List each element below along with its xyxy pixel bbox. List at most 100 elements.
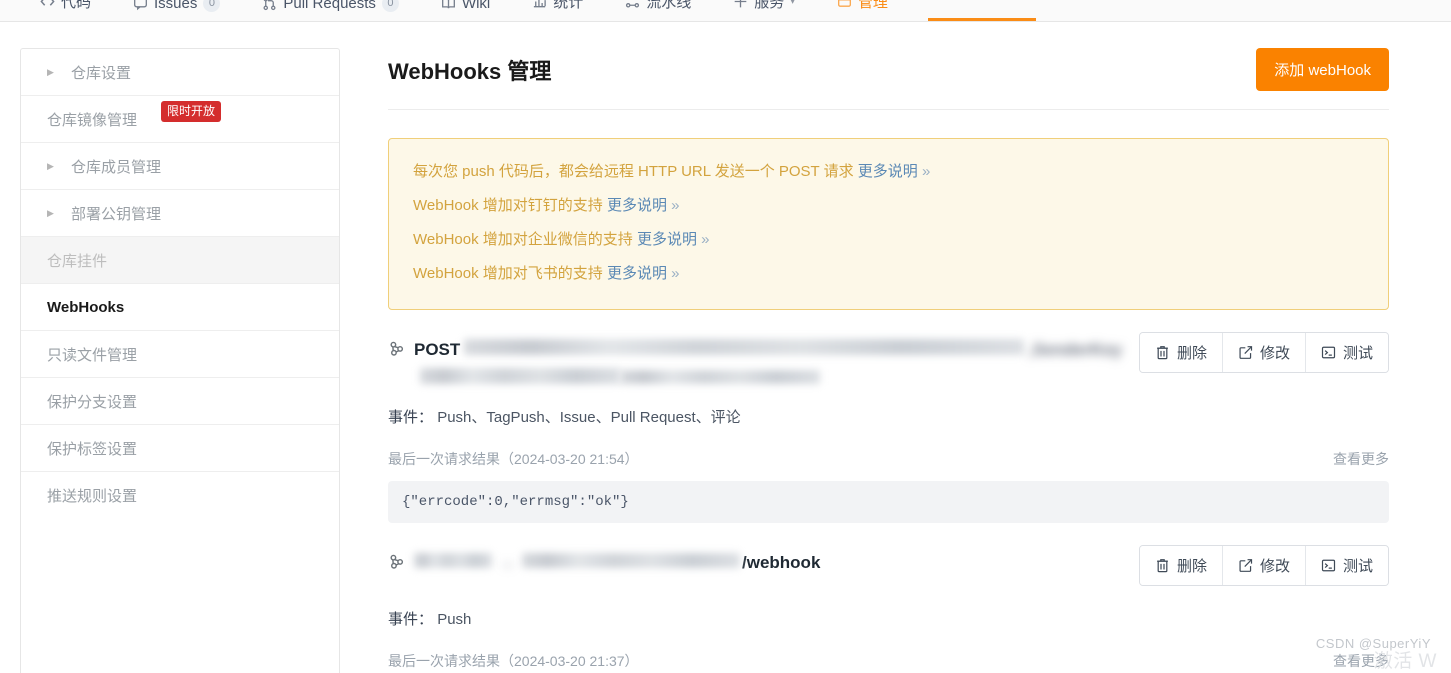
nav-tab-管理[interactable]: 管理 — [837, 0, 888, 13]
nav-tab-pull-requests[interactable]: Pull Requests0 — [262, 0, 399, 13]
sidebar-item-label: 仓库镜像管理 — [47, 109, 137, 130]
nav-tab-label: 服务 — [754, 0, 784, 12]
webhook-actions: 删除 修改 测试 — [1139, 332, 1389, 373]
sidebar-item-label: 保护标签设置 — [47, 438, 137, 459]
webhook-url[interactable]: →/webhook — [388, 545, 820, 575]
top-navigation: 代码Issues0Pull Requests0Wiki统计流水线服务▾管理 — [0, 0, 1451, 22]
events-value: Push、TagPush、Issue、Pull Request、评论 — [437, 409, 740, 426]
sidebar-item-3[interactable]: ▶仓库成员管理 — [21, 143, 339, 190]
edit-webhook-button[interactable]: 修改 — [1223, 333, 1306, 372]
sidebar-item-label: 保护分支设置 — [47, 391, 137, 412]
sidebar-item-label: 仓库挂件 — [47, 250, 107, 271]
chevron-down-icon: ▾ — [790, 0, 795, 7]
issue-icon — [133, 0, 148, 11]
last-result-label: 最后一次请求结果（2024-03-20 21:54） — [388, 449, 639, 469]
notice-more-link[interactable]: 更多说明 » — [607, 265, 680, 282]
nav-tab-流水线[interactable]: 流水线 — [625, 0, 691, 13]
chart-icon — [532, 0, 547, 9]
webhook-icon — [388, 553, 405, 575]
edit-label: 修改 — [1260, 342, 1290, 363]
chevron-right-icon: ▶ — [47, 161, 54, 172]
notice-text: 每次您 push 代码后，都会给远程 HTTP URL 发送一个 POST 请求 — [413, 163, 858, 180]
pull-request-icon — [262, 0, 277, 11]
sidebar-item-1[interactable]: ▶仓库设置 — [21, 49, 339, 96]
sidebar-item-9[interactable]: 保护标签设置 — [21, 425, 339, 472]
edit-webhook-button[interactable]: 修改 — [1223, 546, 1306, 585]
redacted-url — [464, 339, 1024, 355]
trash-icon — [1155, 345, 1170, 360]
chevron-right-icon: ▶ — [47, 67, 54, 78]
delete-label: 删除 — [1177, 555, 1207, 576]
webhook-meta: 最后一次请求结果（2024-03-20 21:54） 查看更多 — [388, 449, 1389, 469]
nav-tab-代码[interactable]: 代码 — [40, 0, 91, 13]
webhook-result-body: {"errcode":0,"errmsg":"ok"} — [388, 481, 1389, 523]
terminal-icon — [1321, 558, 1336, 573]
page-header: WebHooks 管理 添加 webHook — [388, 48, 1389, 110]
webhook-meta: 最后一次请求结果（2024-03-20 21:37）查看更多 — [388, 651, 1389, 671]
edit-icon — [1238, 558, 1253, 573]
notice-link-chevron: » — [671, 197, 679, 214]
delete-webhook-button[interactable]: 删除 — [1140, 546, 1223, 585]
notice-link-label: 更多说明 — [607, 265, 667, 282]
main-content: WebHooks 管理 添加 webHook 每次您 push 代码后，都会给远… — [340, 48, 1451, 673]
manage-icon — [837, 0, 852, 9]
notice-text: WebHook 增加对企业微信的支持 — [413, 231, 637, 248]
edit-icon — [1238, 345, 1253, 360]
redacted-url-3 — [620, 370, 820, 384]
nav-tab-wiki[interactable]: Wiki — [441, 0, 490, 13]
webhook-url-text: →/webhook — [414, 552, 820, 575]
sidebar-item-5[interactable]: 仓库挂件 — [21, 237, 339, 284]
test-label: 测试 — [1343, 555, 1373, 576]
sidebar-item-8[interactable]: 保护分支设置 — [21, 378, 339, 425]
notice-link-label: 更多说明 — [637, 231, 697, 248]
nav-tab-count: 0 — [203, 0, 220, 12]
webhook-item: →/webhook删除修改测试事件： Push最后一次请求结果（2024-03-… — [388, 523, 1389, 673]
view-more-link[interactable]: 查看更多 — [1333, 449, 1389, 469]
notice-more-link[interactable]: 更多说明 » — [858, 163, 931, 180]
notice-link-label: 更多说明 — [858, 163, 918, 180]
test-webhook-button[interactable]: 测试 — [1306, 546, 1388, 585]
notice-link-label: 更多说明 — [607, 197, 667, 214]
sidebar-item-7[interactable]: 只读文件管理 — [21, 331, 339, 378]
nav-tab-count: 0 — [382, 0, 399, 12]
notice-more-link[interactable]: 更多说明 » — [607, 197, 680, 214]
nav-tab-服务[interactable]: 服务 ▾ — [733, 0, 795, 13]
notice-line: 每次您 push 代码后，都会给远程 HTTP URL 发送一个 POST 请求… — [413, 155, 1364, 189]
nav-tab-issues[interactable]: Issues 0 — [133, 0, 220, 13]
webhook-item: POST,SenderKey 删除 修改 测试事件： Push、TagPush、Iss… — [388, 310, 1389, 523]
test-webhook-button[interactable]: 测试 — [1306, 333, 1388, 372]
sidebar-item-label: 只读文件管理 — [47, 344, 137, 365]
view-more-link[interactable]: 查看更多 — [1333, 651, 1389, 671]
sidebar-item-6[interactable]: WebHooks — [21, 284, 339, 331]
sidebar-item-4[interactable]: ▶部署公钥管理 — [21, 190, 339, 237]
sidebar-item-10[interactable]: 推送规则设置 — [21, 472, 339, 519]
notice-more-link[interactable]: 更多说明 » — [637, 231, 710, 248]
edit-label: 修改 — [1260, 555, 1290, 576]
notice-link-chevron: » — [701, 231, 709, 248]
redacted-url-2 — [522, 553, 740, 568]
test-label: 测试 — [1343, 342, 1373, 363]
top-nav-tabs: 代码Issues0Pull Requests0Wiki统计流水线服务▾管理 — [40, 0, 888, 21]
webhook-url[interactable]: POST,SenderKey — [388, 332, 1127, 384]
nav-tab-label: 统计 — [553, 0, 583, 12]
nav-tab-label: Issues — [154, 0, 197, 12]
webhook-actions: 删除 修改 测试 — [1139, 545, 1389, 586]
notice-text: WebHook 增加对钉钉的支持 — [413, 197, 607, 214]
webhook-events: 事件： Push、TagPush、Issue、Pull Request、评论 — [388, 406, 1389, 427]
events-label: 事件： — [388, 409, 433, 426]
sidebar-item-2[interactable]: 仓库镜像管理限时开放 — [21, 96, 339, 143]
delete-webhook-button[interactable]: 删除 — [1140, 333, 1223, 372]
terminal-icon — [1321, 345, 1336, 360]
webhook-header-row: →/webhook 删除 修改 测试 — [388, 545, 1389, 586]
nav-tab-label: 流水线 — [646, 0, 691, 12]
redacted-url-2 — [420, 368, 620, 384]
webhook-list: POST,SenderKey删除修改测试事件： Push、TagPush、Iss… — [388, 310, 1389, 673]
nav-tab-统计[interactable]: 统计 — [532, 0, 583, 13]
webhook-url-tail: /webhook — [742, 552, 820, 575]
nav-tab-label: 代码 — [61, 0, 91, 12]
trash-icon — [1155, 558, 1170, 573]
sidebar-item-label: WebHooks — [47, 299, 124, 316]
delete-label: 删除 — [1177, 342, 1207, 363]
pipeline-icon — [625, 0, 640, 9]
add-webhook-button[interactable]: 添加 webHook — [1256, 48, 1389, 91]
